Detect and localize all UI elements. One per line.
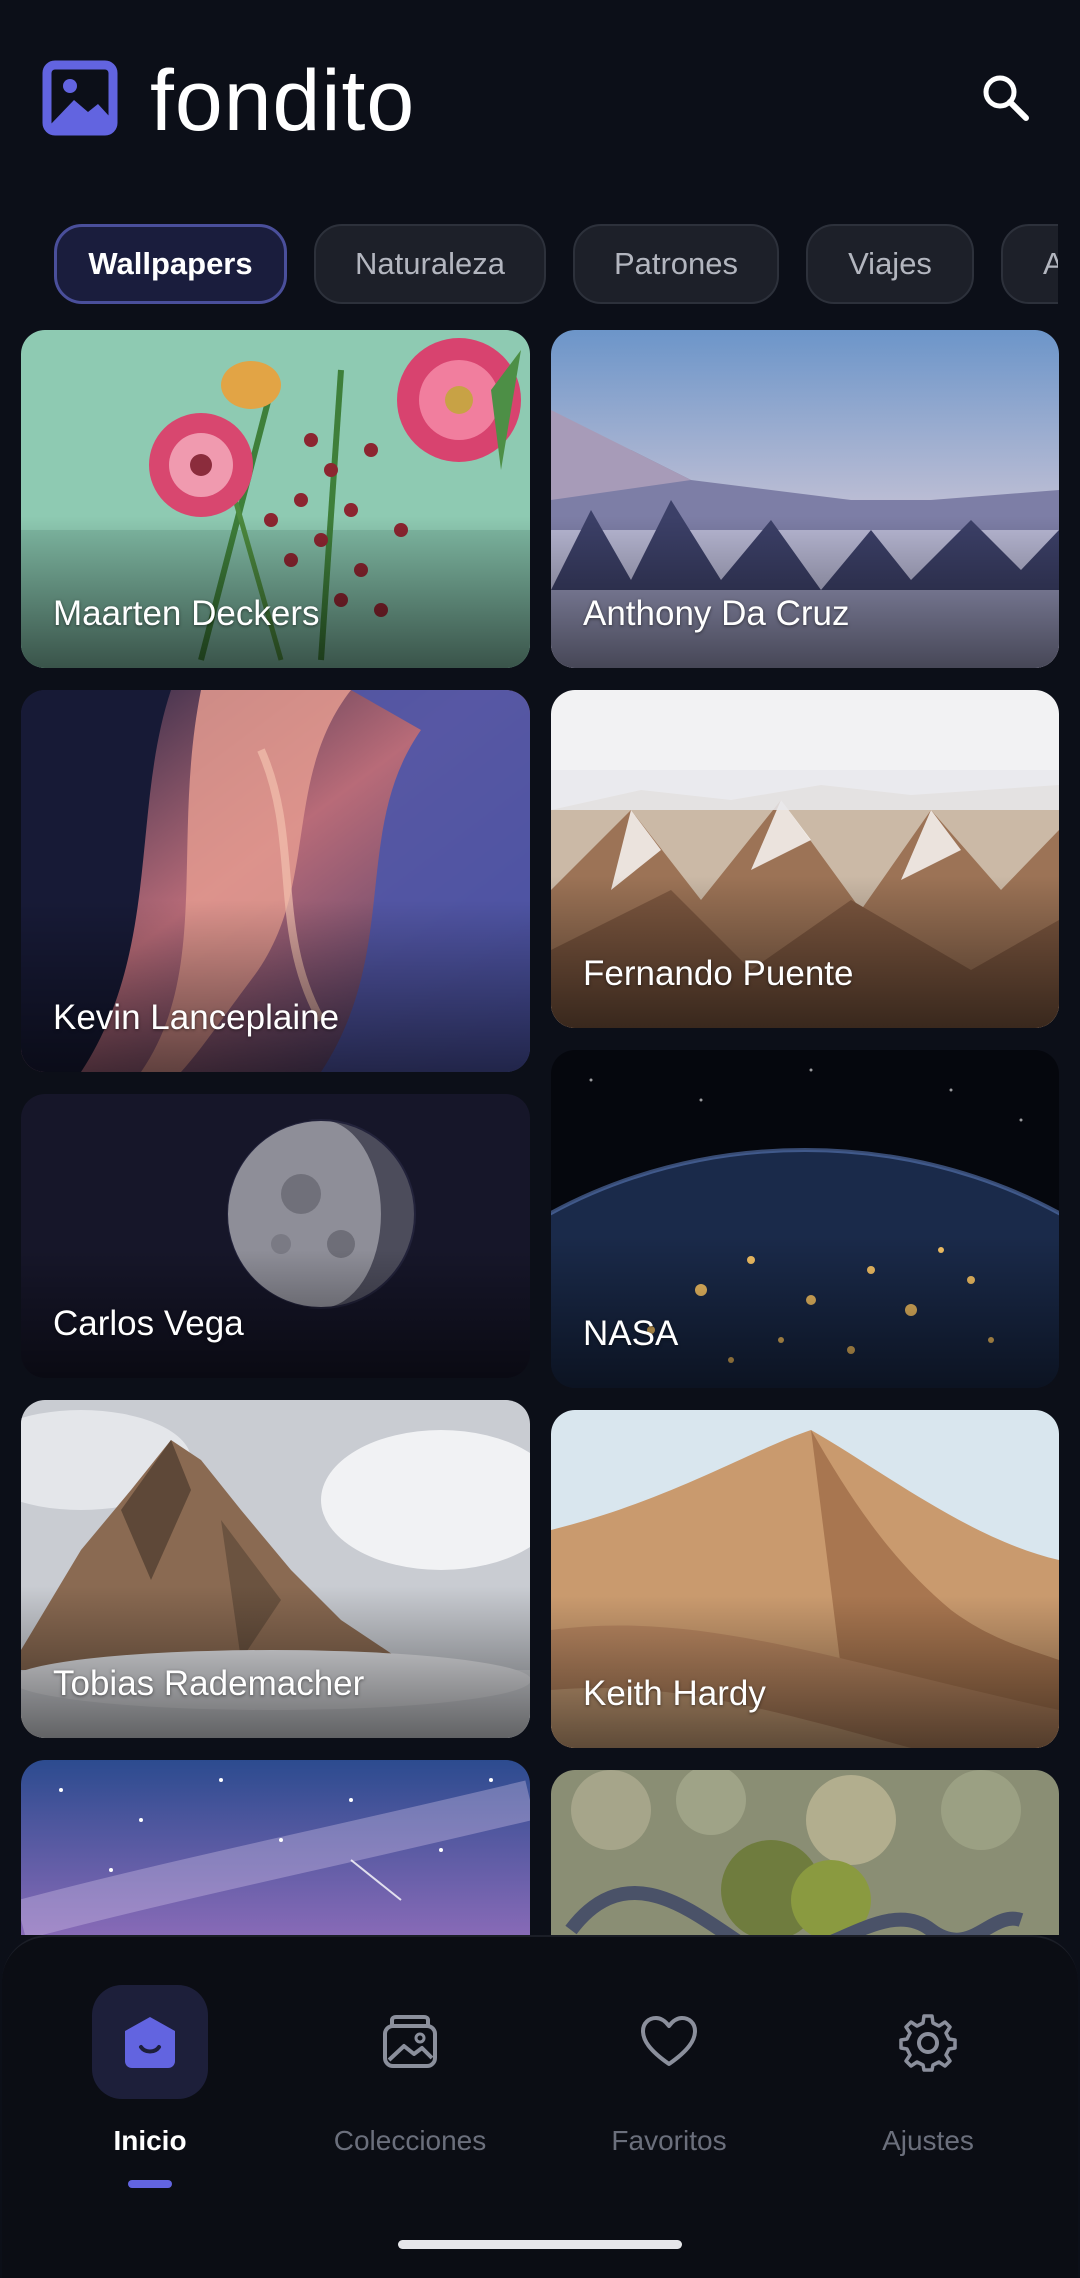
wallpaper-card[interactable] <box>21 1760 530 1935</box>
wallpaper-card[interactable]: Carlos Vega <box>21 1094 530 1378</box>
wallpaper-card[interactable]: NASA <box>551 1050 1059 1388</box>
gear-icon <box>899 2014 957 2072</box>
author-name: Carlos Vega <box>53 1304 244 1343</box>
author-name: Fernando Puente <box>583 954 854 993</box>
app-header: fondito <box>0 0 1080 200</box>
app-title: fondito <box>150 53 416 149</box>
nav-label: Colecciones <box>333 2125 487 2156</box>
author-name: NASA <box>583 1314 679 1353</box>
image-icon <box>42 60 118 136</box>
category-chips: Wallpapers Naturaleza Patrones Viajes A <box>0 222 1058 308</box>
nav-label: Inicio <box>113 2125 187 2156</box>
forest-road-aerial-image <box>551 1770 1059 1935</box>
nav-inicio[interactable]: Inicio <box>40 1975 260 2188</box>
wallpaper-grid: Maarten Deckers Kevin Lanceplaine Carlos… <box>0 320 1080 1935</box>
wallpaper-card[interactable]: Fernando Puente <box>551 690 1059 1028</box>
author-name: Maarten Deckers <box>53 594 320 633</box>
author-name: Keith Hardy <box>583 1674 766 1713</box>
nav-ajustes[interactable]: Ajustes <box>818 1975 1038 2175</box>
author-name: Kevin Lanceplaine <box>53 998 340 1037</box>
chip-partial[interactable]: A <box>1001 224 1058 304</box>
nav-colecciones[interactable]: Colecciones <box>300 1975 520 2175</box>
home-indicator[interactable] <box>398 2240 682 2249</box>
wallpaper-card[interactable]: Maarten Deckers <box>21 330 530 668</box>
nav-label: Favoritos <box>611 2125 727 2156</box>
chip-wallpapers[interactable]: Wallpapers <box>54 224 287 304</box>
chip-naturaleza[interactable]: Naturaleza <box>314 224 546 304</box>
milky-way-image <box>21 1760 530 1935</box>
chip-viajes[interactable]: Viajes <box>806 224 974 304</box>
search-icon[interactable] <box>978 70 1034 126</box>
active-indicator <box>128 2180 172 2188</box>
nav-favoritos[interactable]: Favoritos <box>559 1975 779 2175</box>
chip-patrones[interactable]: Patrones <box>573 224 779 304</box>
wallpaper-card[interactable] <box>551 1770 1059 1935</box>
heart-icon <box>641 2016 697 2066</box>
author-name: Tobias Rademacher <box>53 1664 365 1703</box>
wallpaper-card[interactable]: Anthony Da Cruz <box>551 330 1059 668</box>
wallpaper-card[interactable]: Tobias Rademacher <box>21 1400 530 1738</box>
home-icon <box>125 2017 175 2068</box>
bottom-navigation: Inicio Colecciones Favoritos Ajustes <box>2 1935 1078 2278</box>
author-name: Anthony Da Cruz <box>583 594 850 633</box>
wallpaper-card[interactable]: Kevin Lanceplaine <box>21 690 530 1072</box>
wallpaper-card[interactable]: Keith Hardy <box>551 1410 1059 1748</box>
nav-label: Ajustes <box>882 2125 974 2156</box>
collections-icon <box>383 2015 437 2068</box>
